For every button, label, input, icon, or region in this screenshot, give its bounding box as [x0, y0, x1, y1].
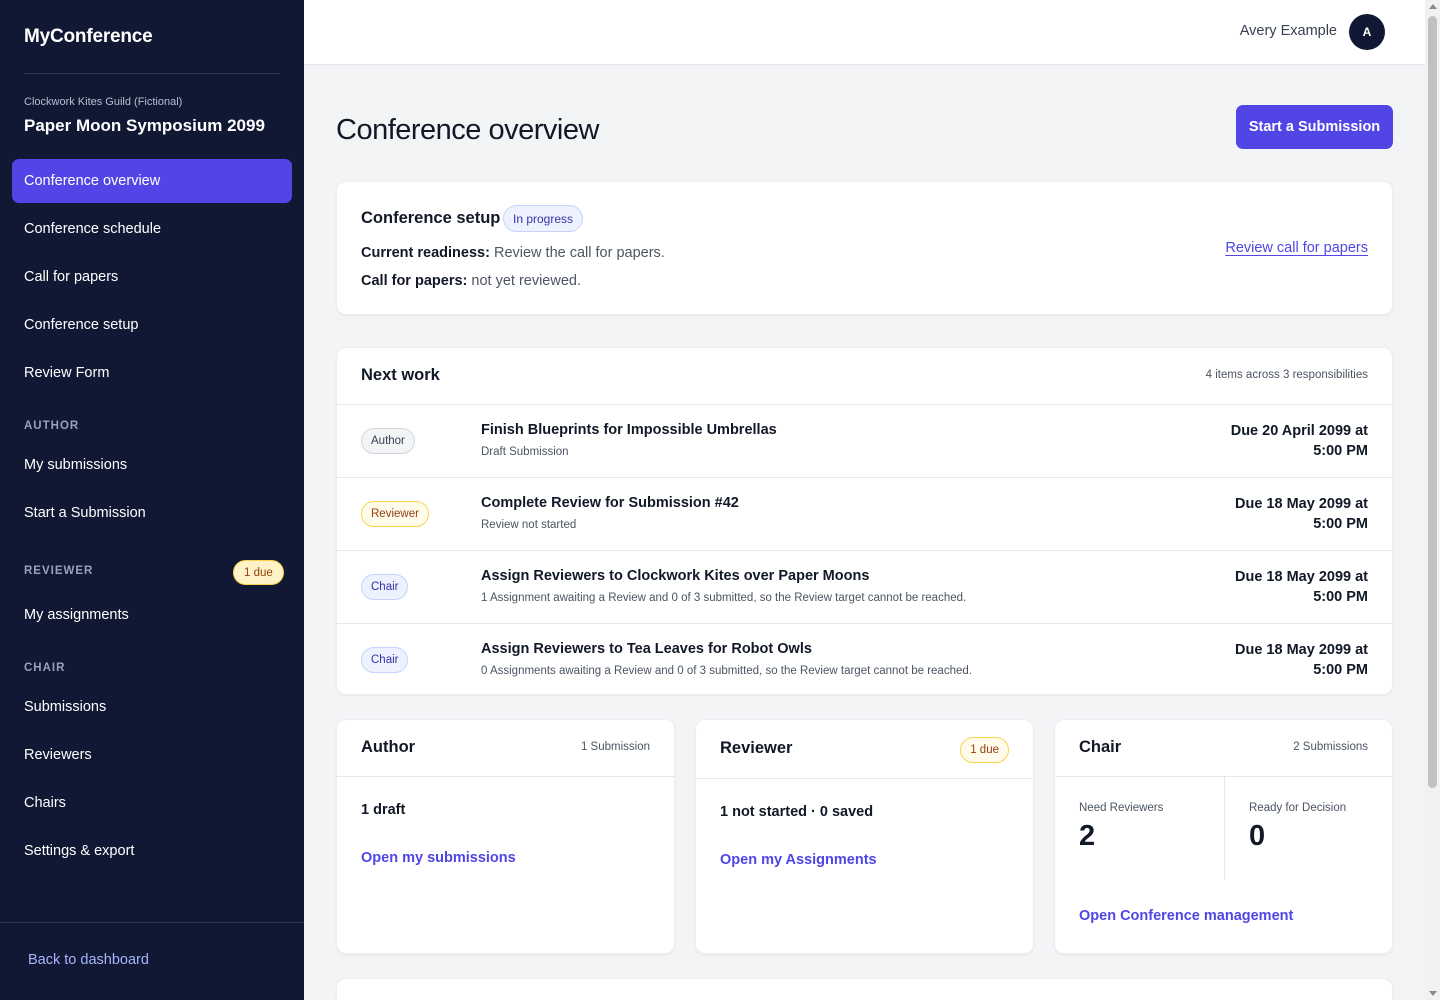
sidebar-section-reviewer: REVIEWER — [24, 565, 94, 577]
conference-setup-card: Conference setup In progress Current rea… — [336, 181, 1393, 315]
readiness-label: Current readiness: — [361, 245, 490, 261]
scrollbar-thumb[interactable] — [1428, 16, 1437, 788]
work-item-title[interactable]: Assign Reviewers to Tea Leaves for Robot… — [481, 641, 812, 657]
avatar[interactable]: A — [1349, 14, 1385, 50]
work-item-due: Due 18 May 2099 at 5:00 PM — [1188, 640, 1368, 680]
conference-org: Clockwork Kites Guild (Fictional) — [24, 96, 183, 108]
stats-divider — [1224, 777, 1225, 879]
work-item-subtitle: Review not started — [481, 519, 577, 531]
reviewer-due-badge: 1 due — [233, 560, 284, 585]
author-card: Author 1 Submission 1 draft Open my subm… — [336, 719, 675, 954]
due-date: Due 20 April 2099 at — [1230, 423, 1368, 439]
sidebar-item-submissions[interactable]: Submissions — [12, 685, 292, 729]
ready-for-decision-label: Ready for Decision — [1249, 802, 1347, 814]
author-card-meta: 1 Submission — [580, 741, 650, 753]
role-badge: Chair — [361, 574, 409, 600]
due-time: 5:00 PM — [1313, 516, 1368, 532]
start-submission-button[interactable]: Start a Submission — [1236, 105, 1393, 149]
work-item-title[interactable]: Assign Reviewers to Clockwork Kites over… — [481, 568, 869, 584]
readiness-value: Review the call for papers. — [489, 245, 665, 261]
sidebar-item-conference-schedule[interactable]: Conference schedule — [12, 207, 292, 251]
sidebar-footer-divider — [0, 922, 304, 923]
setup-status-badge: In progress — [503, 205, 584, 232]
work-item-subtitle: 0 Assignments awaiting a Review and 0 of… — [481, 665, 972, 677]
chair-card-title: Chair — [1079, 738, 1122, 756]
chair-card-meta: 2 Submissions — [1293, 741, 1368, 753]
sidebar-section-chair: CHAIR — [24, 662, 66, 674]
sidebar-section-author: AUTHOR — [24, 420, 80, 432]
cfp-label: Call for papers: — [361, 273, 468, 289]
reviewer-card-due-badge: 1 due — [960, 737, 1009, 763]
brand-divider — [24, 73, 280, 74]
next-work-meta: 4 items across 3 responsibilities — [1205, 369, 1368, 381]
work-item-subtitle: 1 Assignment awaiting a Review and 0 of … — [481, 592, 967, 604]
ready-for-decision-value: 0 — [1249, 820, 1266, 852]
work-item[interactable]: Reviewer Complete Review for Submission … — [337, 478, 1392, 551]
sidebar-item-settings-export[interactable]: Settings & export — [12, 829, 292, 873]
work-item-subtitle: Draft Submission — [481, 446, 569, 458]
page-title: Conference overview — [336, 114, 599, 146]
work-item-title[interactable]: Complete Review for Submission #42 — [481, 495, 739, 511]
due-time: 5:00 PM — [1313, 589, 1368, 605]
open-my-submissions-link[interactable]: Open my submissions — [361, 850, 516, 866]
sidebar-item-conference-setup[interactable]: Conference setup — [12, 303, 292, 347]
sidebar-item-start-submission[interactable]: Start a Submission — [12, 491, 292, 535]
sidebar-item-chairs[interactable]: Chairs — [12, 781, 292, 825]
conference-name: Paper Moon Symposium 2099 — [24, 116, 265, 135]
work-item-due: Due 20 April 2099 at 5:00 PM — [1188, 421, 1368, 461]
scroll-up-arrow-icon[interactable] — [1429, 4, 1437, 9]
sidebar-item-call-for-papers[interactable]: Call for papers — [12, 255, 292, 299]
reviewer-card-divider — [696, 778, 1033, 779]
cfp-value: not yet reviewed. — [467, 273, 582, 289]
next-work-card: Next work 4 items across 3 responsibilit… — [336, 347, 1393, 695]
setup-title: Conference setup — [361, 209, 501, 227]
due-time: 5:00 PM — [1313, 662, 1368, 678]
reviewer-card-title: Reviewer — [720, 739, 793, 757]
next-section-card — [336, 978, 1393, 1000]
author-card-divider — [337, 776, 674, 777]
due-time: 5:00 PM — [1313, 443, 1368, 459]
reviewer-card-status: 1 not started · 0 saved — [720, 804, 874, 820]
work-item[interactable]: Chair Assign Reviewers to Tea Leaves for… — [337, 624, 1392, 694]
sidebar-item-my-submissions[interactable]: My submissions — [12, 443, 292, 487]
page-scrollbar[interactable] — [1425, 0, 1440, 1000]
user-name[interactable]: Avery Example — [1240, 23, 1337, 39]
reviewer-card: Reviewer 1 due 1 not started · 0 saved O… — [695, 719, 1034, 954]
author-card-title: Author — [361, 738, 416, 756]
back-to-dashboard-link[interactable]: Back to dashboard — [28, 952, 149, 968]
chair-card: Chair 2 Submissions Need Reviewers 2 Rea… — [1054, 719, 1393, 954]
role-badge: Chair — [361, 647, 409, 673]
top-bar: Avery Example A — [304, 0, 1425, 65]
role-badge: Author — [361, 428, 415, 454]
due-date: Due 18 May 2099 at — [1235, 642, 1368, 658]
due-date: Due 18 May 2099 at — [1235, 496, 1368, 512]
work-item[interactable]: Chair Assign Reviewers to Clockwork Kite… — [337, 551, 1392, 624]
sidebar-item-my-assignments[interactable]: My assignments — [12, 593, 292, 637]
due-date: Due 18 May 2099 at — [1235, 569, 1368, 585]
role-badge: Reviewer — [361, 501, 429, 527]
need-reviewers-label: Need Reviewers — [1079, 802, 1164, 814]
scroll-down-arrow-icon[interactable] — [1429, 991, 1437, 996]
review-call-for-papers-link[interactable]: Review call for papers — [1225, 240, 1368, 256]
author-card-status: 1 draft — [361, 802, 406, 818]
work-item-due: Due 18 May 2099 at 5:00 PM — [1188, 567, 1368, 607]
work-item[interactable]: Author Finish Blueprints for Impossible … — [337, 405, 1392, 478]
next-work-title: Next work — [361, 366, 440, 384]
sidebar-item-reviewers[interactable]: Reviewers — [12, 733, 292, 777]
sidebar: MyConference Clockwork Kites Guild (Fict… — [0, 0, 304, 1000]
readiness-line: Current readiness: Review the call for p… — [361, 245, 665, 261]
need-reviewers-value: 2 — [1079, 820, 1096, 852]
cfp-line: Call for papers: not yet reviewed. — [361, 273, 581, 289]
app-brand[interactable]: MyConference — [24, 26, 153, 48]
sidebar-item-conference-overview[interactable]: Conference overview — [12, 159, 292, 203]
open-my-assignments-link[interactable]: Open my Assignments — [720, 852, 877, 868]
open-conference-management-link[interactable]: Open Conference management — [1079, 908, 1293, 924]
work-item-title[interactable]: Finish Blueprints for Impossible Umbrell… — [481, 422, 777, 438]
sidebar-item-review-form[interactable]: Review Form — [12, 351, 292, 395]
work-item-due: Due 18 May 2099 at 5:00 PM — [1188, 494, 1368, 534]
